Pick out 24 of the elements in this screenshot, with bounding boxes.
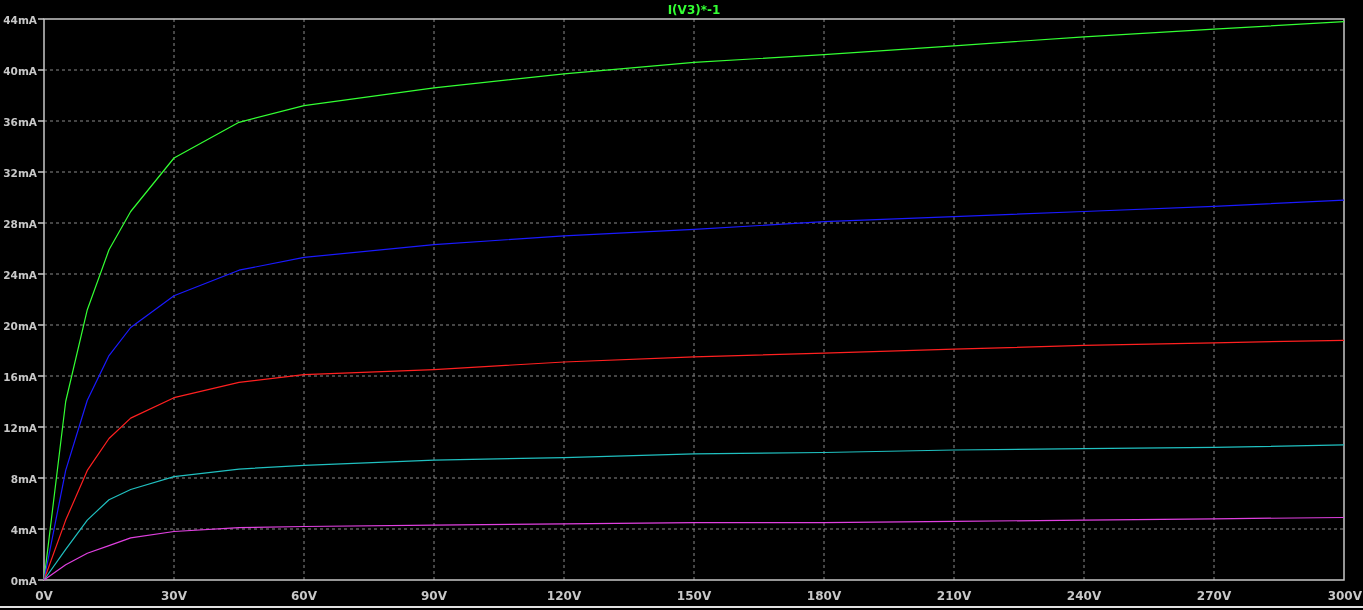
x-tick-label: 240V (1066, 589, 1102, 603)
y-tick-label: 24mA (3, 269, 37, 281)
y-tick-label: 16mA (3, 371, 37, 383)
y-tick-label: 0mA (10, 575, 37, 587)
x-tick-label: 150V (676, 589, 712, 603)
x-tick-label: 300V (1327, 589, 1362, 603)
y-tick-label: 8mA (10, 473, 37, 485)
x-tick-label: 270V (1196, 589, 1232, 603)
y-tick-label: 20mA (3, 320, 37, 332)
x-tick-label: 60V (291, 589, 317, 603)
y-tick-label: 32mA (3, 167, 37, 179)
x-tick-label: 0V (35, 589, 53, 603)
y-tick-label: 44mA (3, 14, 37, 26)
y-tick-label: 28mA (3, 218, 37, 230)
x-tick-label: 210V (936, 589, 972, 603)
x-tick-label: 90V (421, 589, 447, 603)
y-tick-label: 12mA (3, 422, 37, 434)
x-tick-label: 30V (161, 589, 187, 603)
y-tick-label: 36mA (3, 116, 37, 128)
x-tick-label: 120V (546, 589, 582, 603)
y-tick-label: 4mA (10, 524, 37, 536)
y-tick-label: 40mA (3, 65, 37, 77)
x-tick-label: 180V (806, 589, 842, 603)
chart-title: I(V3)*-1 (667, 3, 721, 17)
